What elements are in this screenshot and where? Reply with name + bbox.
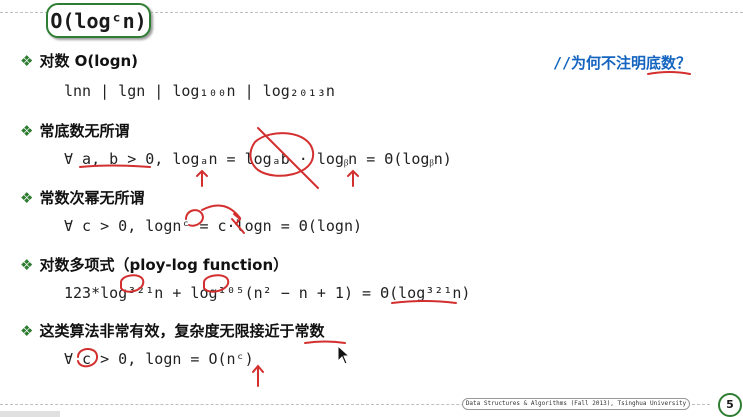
section-4-heading-text: 对数多项式（ploy-log function）: [39, 256, 289, 274]
diamond-bullet-icon: ❖: [20, 122, 34, 140]
diamond-bullet-icon: ❖: [20, 322, 34, 340]
section-1-formula: lnn | lgn | log₁₀₀n | log₂₀₁₃n: [64, 82, 335, 100]
side-note: //为何不注明底数？: [553, 54, 692, 72]
title-box: O(logᶜn): [46, 3, 151, 38]
section-5-heading: ❖ 这类算法非常有效，复杂度无限接近于常数: [20, 320, 324, 341]
section-3-heading: ❖ 常数次幂无所谓: [20, 187, 144, 208]
section-4-formula: 123*log³²¹n + log¹⁰⁵(n² − n + 1) = Θ(log…: [64, 284, 471, 302]
section-2-heading: ❖ 常底数无所谓: [20, 120, 129, 141]
up-arrow-icon: [347, 169, 359, 187]
slide-title: O(logᶜn): [50, 9, 147, 33]
section-2-heading-text: 常底数无所谓: [39, 122, 130, 140]
section-4-heading: ❖ 对数多项式（ploy-log function）: [20, 254, 288, 275]
section-5-formula: ∀ c > 0, logn = O(nᶜ): [64, 350, 254, 368]
mouse-cursor-icon: [337, 345, 351, 365]
section-1-heading: ❖ 对数 O(logn): [20, 50, 138, 71]
footer-label: Data Structures & Algorithms (Fall 2013)…: [462, 398, 690, 410]
diamond-bullet-icon: ❖: [20, 256, 34, 274]
player-controls-bar[interactable]: [0, 411, 60, 417]
up-arrow-icon: [252, 364, 264, 387]
diamond-bullet-icon: ❖: [20, 52, 34, 70]
up-arrow-icon: [196, 169, 208, 187]
underline-stroke: [304, 340, 346, 344]
section-3-heading-text: 常数次幂无所谓: [39, 189, 145, 207]
section-2-formula: ∀ a, b > 0, logₐn = logₐb · logᵦn = Θ(lo…: [64, 150, 452, 168]
section-5-heading-text: 这类算法非常有效，复杂度无限接近于常数: [39, 322, 325, 340]
section-1-heading-text: 对数 O(logn): [39, 52, 139, 70]
page-number: 5: [718, 393, 742, 417]
slide: O(logᶜn) ❖ 对数 O(logn) //为何不注明底数？ lnn | lg…: [0, 0, 743, 417]
diamond-bullet-icon: ❖: [20, 189, 34, 207]
section-3-formula: ∀ c > 0, lognᶜ = c·logn = Θ(logn): [64, 217, 363, 235]
